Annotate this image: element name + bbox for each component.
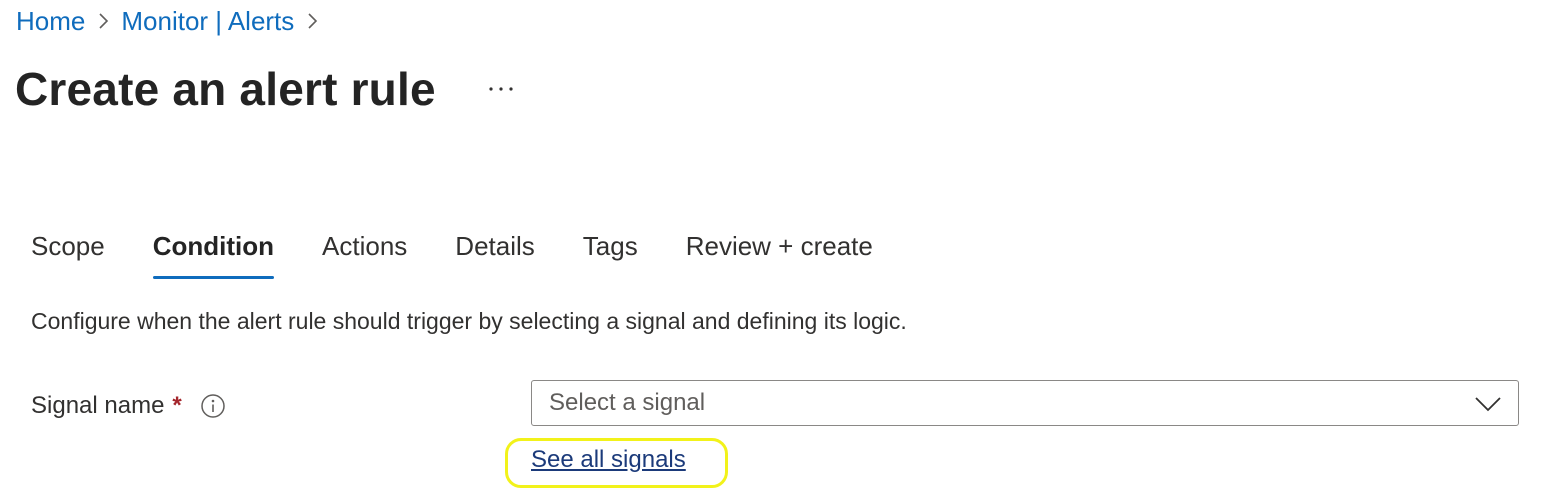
tab-actions[interactable]: Actions <box>322 226 407 282</box>
tab-review-create[interactable]: Review + create <box>686 226 873 282</box>
page-title: Create an alert rule <box>15 63 436 115</box>
chevron-right-icon <box>85 4 121 38</box>
required-marker: * <box>172 392 182 419</box>
info-icon[interactable] <box>200 393 226 419</box>
chevron-down-icon <box>1474 391 1502 415</box>
ellipsis-icon[interactable] <box>486 74 516 104</box>
see-all-signals-link[interactable]: See all signals <box>531 446 686 474</box>
signal-select-dropdown[interactable]: Select a signal <box>531 380 1519 426</box>
chevron-right-icon <box>294 4 330 38</box>
alert-rule-page: Home Monitor | Alerts Create an alert ru… <box>0 0 1542 503</box>
title-row: Create an alert rule <box>15 58 516 120</box>
signal-name-label-group: Signal name * <box>31 388 226 424</box>
condition-description: Configure when the alert rule should tri… <box>31 308 907 334</box>
breadcrumb-home[interactable]: Home <box>16 6 85 37</box>
wizard-tabs: Scope Condition Actions Details Tags Rev… <box>31 226 921 282</box>
tab-details[interactable]: Details <box>455 226 534 282</box>
tab-scope[interactable]: Scope <box>31 226 105 282</box>
tab-tags[interactable]: Tags <box>583 226 638 282</box>
signal-select-placeholder: Select a signal <box>549 389 706 416</box>
breadcrumb: Home Monitor | Alerts <box>16 4 330 38</box>
tab-condition[interactable]: Condition <box>152 226 275 282</box>
signal-name-label: Signal name <box>31 392 165 419</box>
breadcrumb-monitor-alerts[interactable]: Monitor | Alerts <box>121 6 294 37</box>
